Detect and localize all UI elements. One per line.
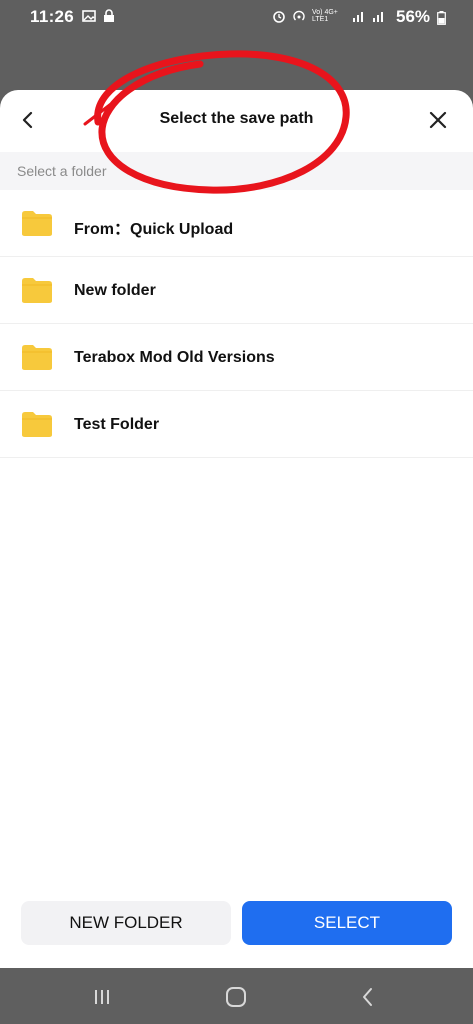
folder-icon [22, 412, 52, 437]
folder-label: From：Quick Upload [74, 221, 234, 238]
lock-icon [104, 9, 114, 22]
dialog-header: Select the save path [0, 90, 473, 150]
image-icon [82, 10, 96, 22]
battery-icon [437, 11, 446, 25]
alarm-icon [273, 11, 285, 23]
battery-level: 56% [396, 7, 431, 26]
list-item[interactable]: Terabox Mod Old Versions [0, 324, 473, 391]
subheader-label: Select a folder [17, 163, 107, 179]
folder-label: Test Folder [74, 416, 160, 433]
list-item[interactable]: New folder [0, 257, 473, 324]
folder-icon [22, 211, 52, 236]
folder-subheader: Select a folder [0, 152, 473, 190]
signal-icon [353, 12, 363, 22]
navigation-bar [0, 968, 473, 1024]
signal-icon [373, 12, 383, 22]
folder-icon [22, 345, 52, 370]
folder-list: From：Quick Upload New folder Terabox Mod… [0, 190, 473, 458]
dialog-title: Select the save path [159, 110, 314, 127]
folder-label: Terabox Mod Old Versions [74, 349, 275, 366]
select-button[interactable]: SELECT [242, 901, 452, 945]
new-folder-button[interactable]: NEW FOLDER [21, 901, 231, 945]
hotspot-icon [293, 10, 305, 21]
status-left-icons [82, 9, 116, 23]
status-right-icons: Vo) 4G+ LTE1 [272, 9, 386, 23]
back-icon[interactable] [356, 984, 382, 1010]
list-item[interactable]: From：Quick Upload [0, 190, 473, 257]
status-time: 11:26 [30, 7, 75, 26]
home-icon[interactable] [223, 984, 249, 1010]
save-path-dialog: Select the save path Select a folder Fro… [0, 90, 473, 968]
recent-apps-icon[interactable] [89, 984, 115, 1010]
close-icon[interactable] [424, 106, 452, 134]
folder-icon [22, 278, 52, 303]
folder-label: New folder [74, 282, 156, 299]
network-label: Vo) 4G+ LTE1 [312, 9, 338, 23]
list-item[interactable]: Test Folder [0, 391, 473, 458]
status-bar: 11:26 Vo) 4G+ LTE1 56% [0, 0, 473, 36]
